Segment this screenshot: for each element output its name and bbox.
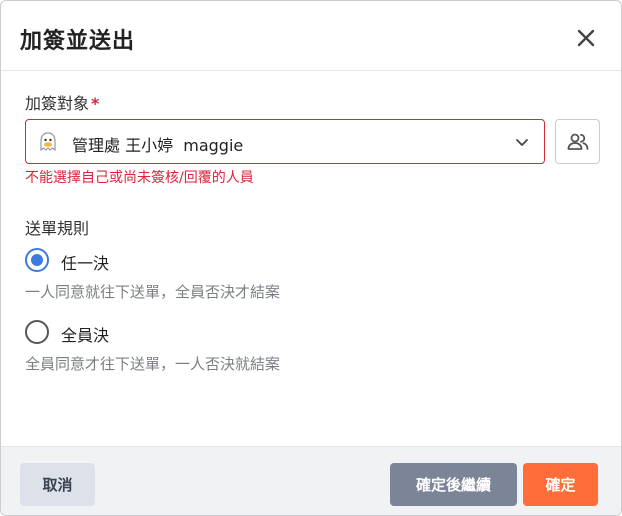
cosign-target-label: 加簽對象 * <box>25 90 99 114</box>
cosign-error-message: 不能選擇自己或尚未簽核/回覆的人員 <box>25 170 254 186</box>
cosign-target-label-text: 加簽對象 <box>25 94 90 113</box>
cancel-button[interactable]: 取消 <box>20 463 95 506</box>
confirm-button[interactable]: 確定 <box>523 463 598 506</box>
close-icon <box>577 29 595 47</box>
close-button[interactable] <box>571 23 601 53</box>
dialog-footer: 取消 確定後繼續 確定 <box>1 446 621 515</box>
people-picker-button[interactable] <box>555 119 600 164</box>
radio-any-one-label[interactable]: 任一決 <box>61 250 109 274</box>
radio-any-one-description: 一人同意就往下送單，全員否決才結案 <box>25 283 281 301</box>
send-rule-label: 送單規則 <box>25 219 90 238</box>
radio-all-members-description: 全員同意才往下送單，一人否決就結案 <box>25 355 281 373</box>
avatar-ghost-icon <box>40 132 56 152</box>
radio-any-one[interactable] <box>25 248 49 272</box>
confirm-and-continue-button[interactable]: 確定後繼續 <box>390 463 517 506</box>
cosign-dialog: 加簽並送出 加簽對象 * 管理處 王小婷 maggie 不能選擇自己或尚未簽核/… <box>0 0 622 516</box>
chevron-down-icon <box>516 139 528 146</box>
selected-user: 管理處 王小婷 maggie <box>72 136 244 155</box>
dialog-title: 加簽並送出 <box>20 29 136 54</box>
radio-all-members-label[interactable]: 全員決 <box>61 322 109 346</box>
required-mark: * <box>91 94 100 113</box>
radio-all-members[interactable] <box>25 320 49 344</box>
people-icon <box>567 133 589 150</box>
dialog-header: 加簽並送出 <box>1 1 621 71</box>
cosign-target-select[interactable]: 管理處 王小婷 maggie <box>25 119 545 164</box>
